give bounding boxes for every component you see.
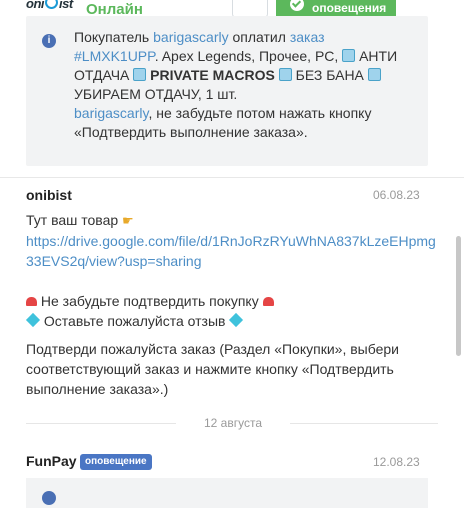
cube-emoji-icon	[133, 68, 147, 81]
scrollbar[interactable]	[456, 236, 461, 356]
message-body: Тут ваш товар ☛ https://drive.google.com…	[25, 210, 438, 399]
info-icon	[42, 491, 56, 505]
buyer-link[interactable]: barigascarly	[153, 29, 228, 45]
drive-link[interactable]: https://drive.google.com/file/d/1RnJoRzR…	[26, 233, 436, 269]
message-author[interactable]: onibist	[26, 187, 72, 203]
system-notification: i Покупатель barigascarly оплатил заказ …	[26, 16, 428, 166]
buyer-link-2[interactable]: barigascarly	[74, 105, 148, 121]
second-message-author[interactable]: FunPay	[26, 453, 77, 469]
order-id-link[interactable]: #LMXK1UPP	[74, 48, 155, 64]
cube-emoji-icon	[342, 49, 356, 62]
cube-emoji-icon	[278, 68, 292, 81]
message-divider	[0, 177, 464, 178]
avatar[interactable]: oni ist	[26, 0, 73, 11]
siren-icon	[26, 297, 37, 306]
cube-emoji-icon	[367, 68, 381, 81]
day-separator: 12 августа	[0, 414, 464, 432]
gem-icon	[25, 312, 41, 328]
order-word-link[interactable]: заказ	[290, 29, 325, 45]
message-date: 06.08.23	[373, 188, 420, 202]
confirm-text: Подтверди пожалуйста заказ (Раздел «Поку…	[26, 341, 399, 397]
gem-icon	[229, 312, 244, 328]
info-icon: i	[42, 34, 56, 48]
second-message-date: 12.08.23	[373, 455, 420, 469]
pointing-hand-icon: ☛	[122, 213, 134, 228]
system-notification-text: Покупатель barigascarly оплатил заказ #L…	[74, 29, 398, 140]
notifications-label: оповещения	[312, 1, 387, 15]
check-icon	[290, 0, 304, 11]
system-notification-2	[26, 478, 428, 508]
siren-icon	[262, 297, 274, 306]
notification-badge: оповещение	[80, 454, 152, 470]
